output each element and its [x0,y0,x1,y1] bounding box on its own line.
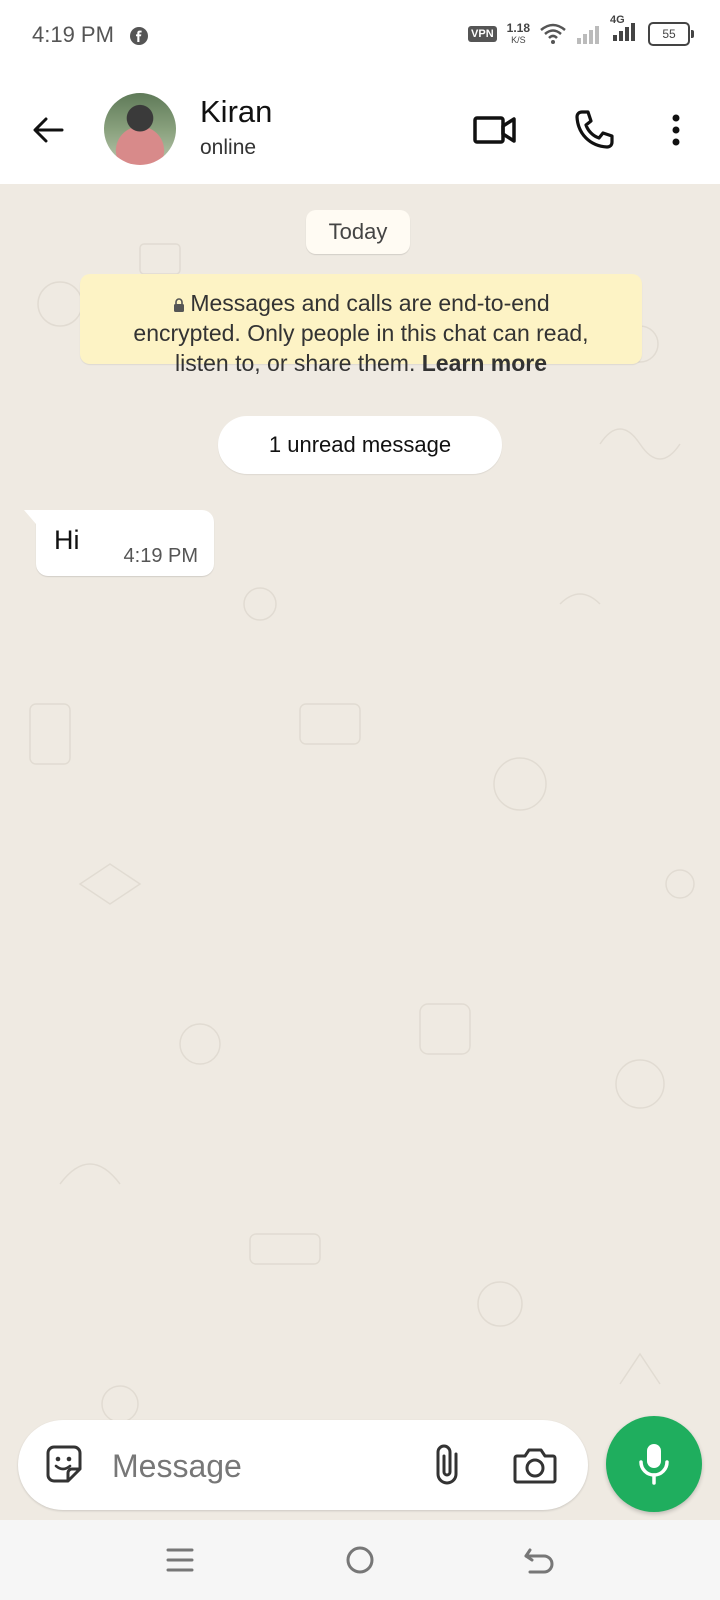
wifi-icon [540,23,566,44]
mic-button[interactable] [606,1416,702,1512]
back-arrow-icon[interactable] [28,110,68,150]
net-speed-value: 1.18 [506,20,530,35]
system-nav-bar [0,1520,720,1600]
chat-header: Kiran online [0,72,720,184]
encryption-text-3: listen to, or share them. [175,350,416,376]
facebook-icon [130,27,148,45]
lock-icon [174,298,185,312]
battery-icon: 55 [648,21,694,46]
menu-lines-icon[interactable] [158,1540,202,1580]
contact-status: online [200,136,257,159]
video-call-icon[interactable] [472,106,520,154]
date-chip: Today [306,210,410,254]
signal-icon [577,25,599,44]
learn-more-link[interactable]: Learn more [422,350,547,376]
emoji-sticker-icon[interactable] [42,1443,86,1487]
more-vert-icon[interactable] [658,106,694,154]
message-bubble-incoming[interactable]: Hi 4:19 PM [24,510,214,576]
net-speed: 1.18 K/S [507,22,530,46]
phone-icon[interactable] [570,106,618,154]
contact-name[interactable]: Kiran [200,94,272,130]
unread-messages-chip: 1 unread message [218,416,502,474]
chat-area[interactable]: Today Messages and calls are end-to-end … [0,184,720,1520]
message-composer [18,1420,588,1510]
back-icon[interactable] [518,1540,562,1580]
network-type: 4G [610,14,625,26]
encryption-line-1: Messages and calls are end-to-end [80,288,642,318]
status-bar: 4:19 PM VPN 1.18 K/S 4G 55 [0,0,720,72]
camera-icon[interactable] [512,1444,558,1486]
chat-wallpaper [29,243,695,1465]
avatar[interactable] [104,93,176,165]
net-speed-unit: K/S [511,34,526,45]
vpn-badge: VPN [468,25,497,42]
message-input[interactable] [110,1442,414,1490]
encryption-text-1: Messages and calls are end-to-end [190,290,550,316]
encryption-notice[interactable]: Messages and calls are end-to-end encryp… [80,274,642,376]
status-indicators: VPN 1.18 K/S 4G 55 [468,14,694,47]
encryption-line-3: listen to, or share them. Learn more [80,348,642,378]
message-text: Hi [54,525,80,555]
message-time: 4:19 PM [123,545,198,567]
status-time: 4:19 PM [32,22,114,47]
mic-icon [639,1444,669,1485]
encryption-text-2: encrypted. Only people in this chat can … [133,320,589,346]
home-circle-icon[interactable] [338,1540,382,1580]
attach-icon[interactable] [426,1442,470,1488]
